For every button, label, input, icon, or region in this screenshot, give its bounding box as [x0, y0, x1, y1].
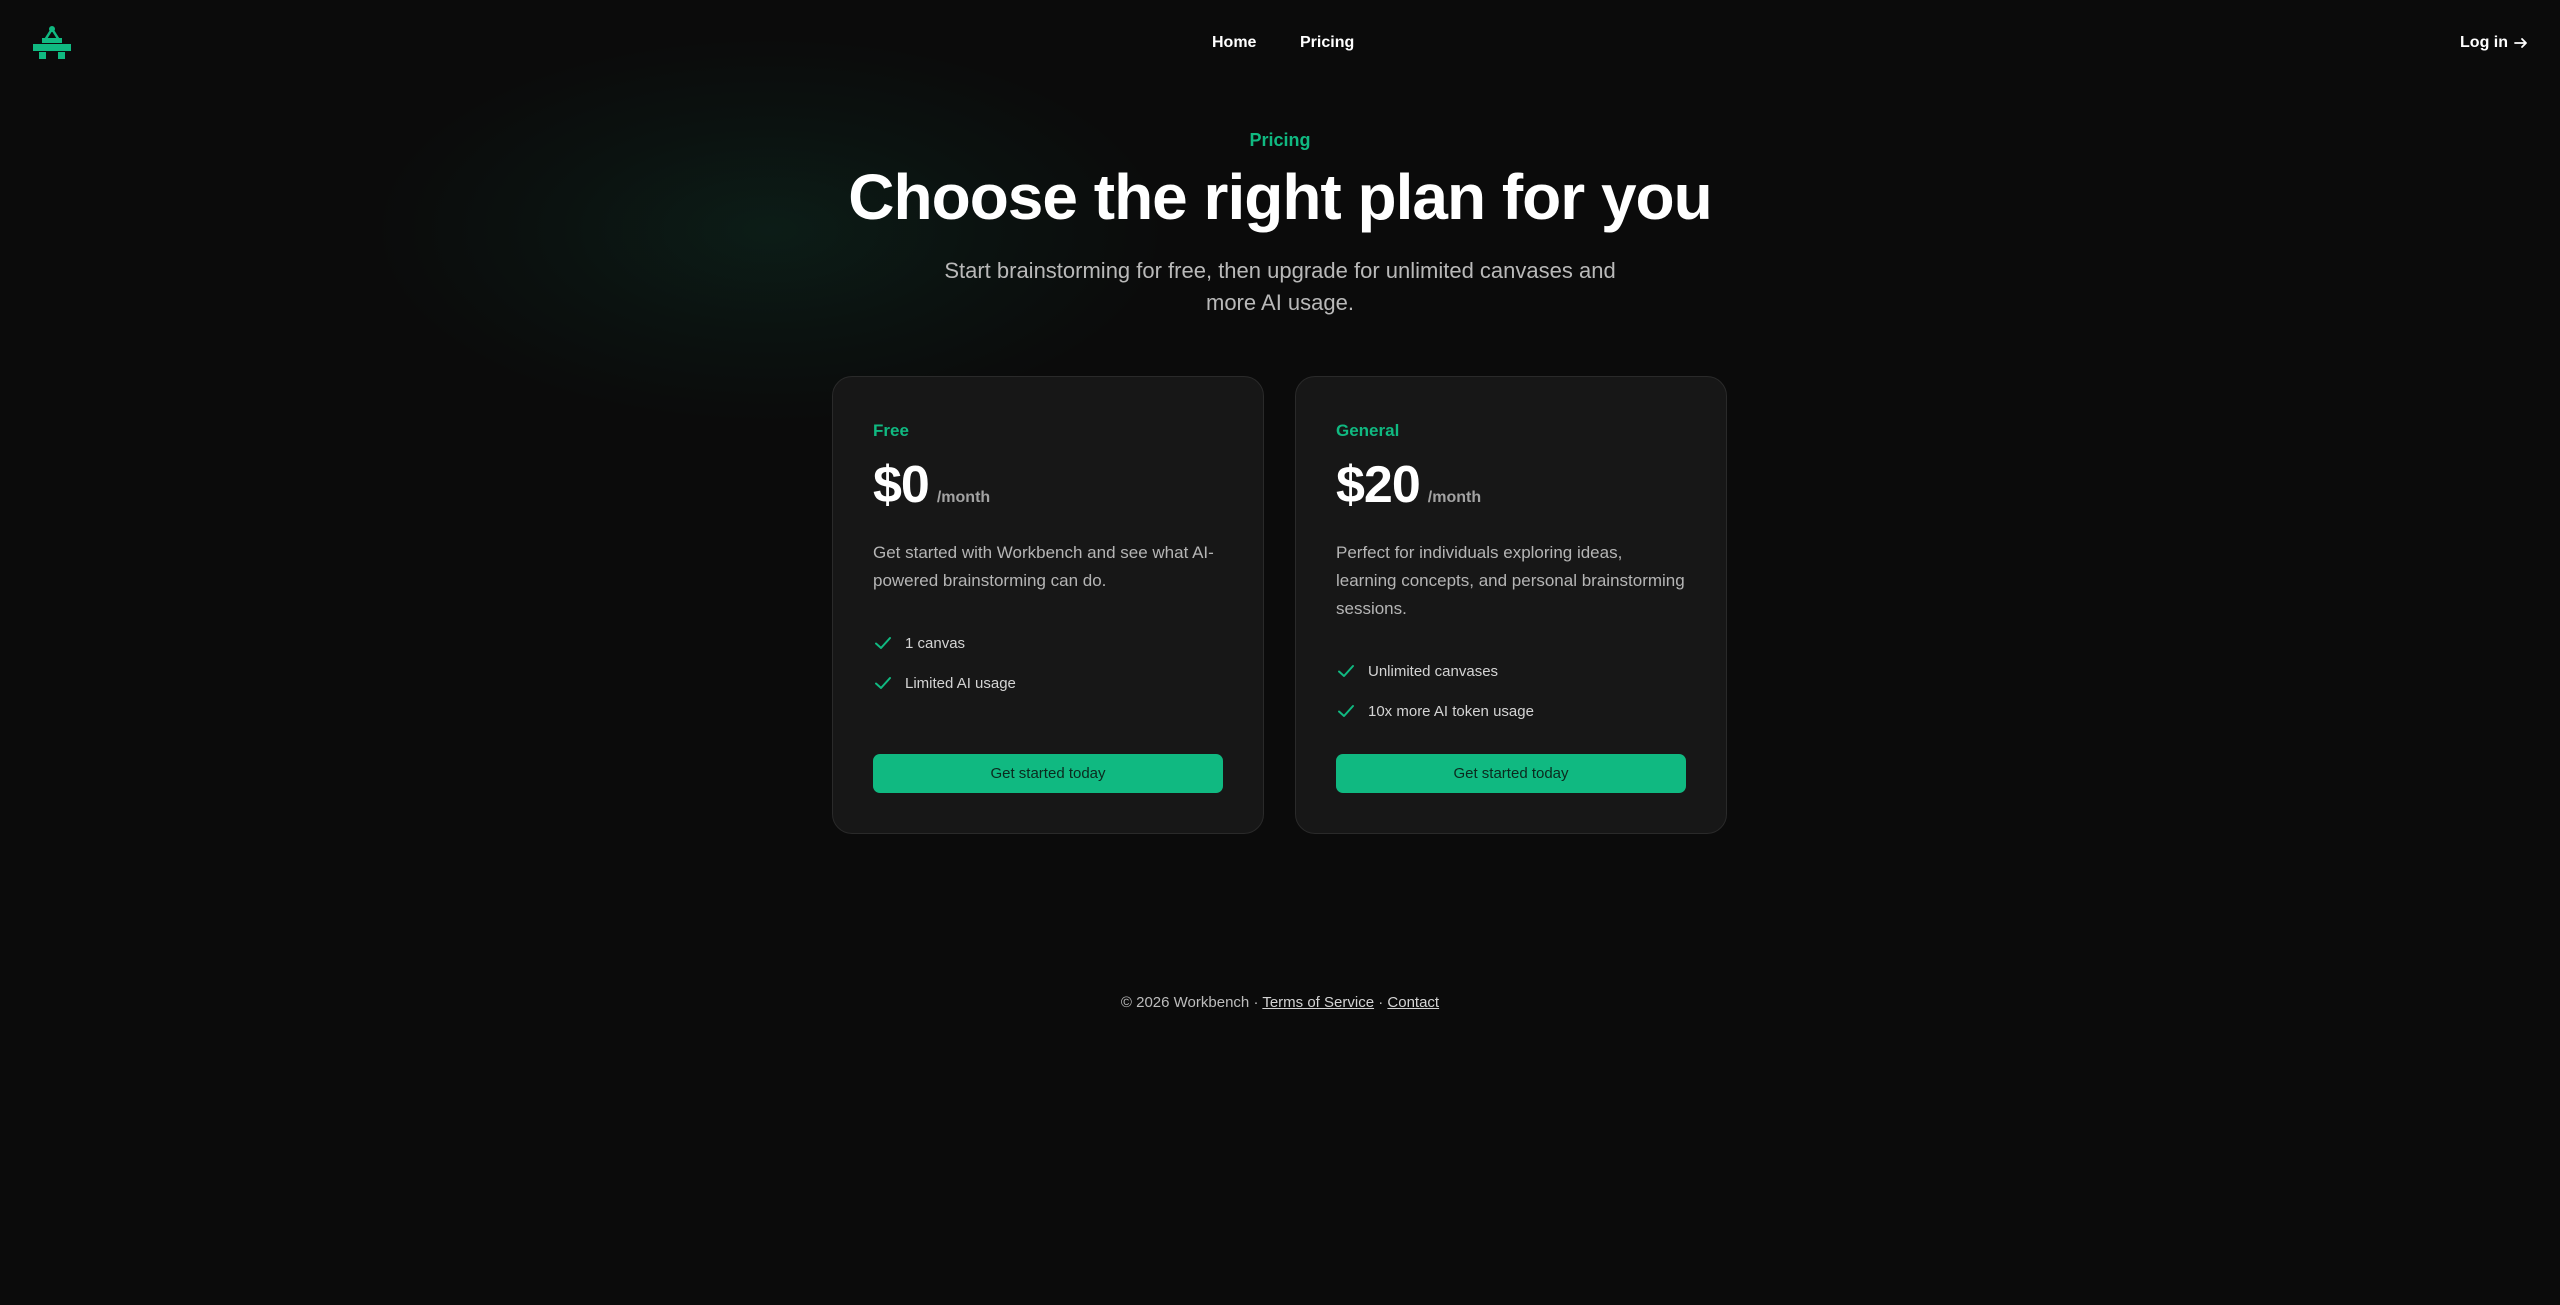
feature-label: 10x more AI token usage [1368, 702, 1534, 720]
plan-description: Get started with Workbench and see what … [873, 543, 1214, 590]
check-icon [875, 677, 891, 689]
plan-description: Perfect for individuals exploring ideas,… [1336, 543, 1685, 618]
footer-separator: · [1253, 994, 1259, 1011]
get-started-button[interactable]: Get started today [873, 754, 1223, 793]
pricing-hero: Pricing Choose the right plan for you St… [0, 130, 2560, 319]
nav-pricing-link[interactable]: Pricing [1300, 34, 1354, 52]
login-link[interactable]: Log in [2460, 34, 2528, 52]
footer-separator: · [1378, 994, 1384, 1011]
check-icon [1338, 665, 1354, 677]
feature-item: Unlimited canvases [1336, 651, 1686, 691]
feature-item: Limited AI usage [873, 663, 1223, 703]
plan-name: Free [873, 421, 909, 440]
top-nav: Home Pricing Log in [0, 0, 2560, 88]
plan-card-free: Free $0 /month Get started with Workbenc… [832, 376, 1264, 834]
plan-period: /month [936, 489, 991, 506]
footer: © 2026 Workbench · Terms of Service · Co… [0, 994, 2560, 1011]
get-started-button[interactable]: Get started today [1336, 754, 1686, 793]
login-label: Log in [2460, 34, 2508, 51]
feature-label: Unlimited canvases [1368, 662, 1499, 680]
feature-item: 10x more AI token usage [1336, 691, 1686, 731]
nav-home-link[interactable]: Home [1212, 34, 1256, 52]
check-icon [875, 637, 891, 649]
section-eyebrow: Pricing [1249, 130, 1311, 150]
feature-list: 1 canvas Limited AI usage [873, 623, 1223, 703]
copyright-text: © 2026 Workbench [1120, 994, 1250, 1011]
page: Home Pricing Log in Pricing Choose the r… [0, 0, 2560, 1305]
contact-link[interactable]: Contact [1387, 994, 1439, 1011]
check-icon [1338, 705, 1354, 717]
plan-price: $20 [1336, 456, 1421, 514]
plan-card-general: General $20 /month Perfect for individua… [1295, 376, 1727, 834]
workbench-logo-icon[interactable] [33, 25, 71, 61]
feature-label: Limited AI usage [905, 674, 1016, 692]
price-row: $20 /month [1336, 455, 1686, 515]
feature-label: 1 canvas [905, 634, 966, 652]
feature-list: Unlimited canvases 10x more AI token usa… [1336, 651, 1686, 731]
plan-period: /month [1427, 489, 1482, 506]
terms-link[interactable]: Terms of Service [1262, 994, 1374, 1011]
page-title: Choose the right plan for you [848, 161, 1712, 233]
page-subtitle: Start brainstorming for free, then upgra… [944, 258, 1616, 315]
plan-price: $0 [873, 456, 930, 514]
feature-item: 1 canvas [873, 623, 1223, 663]
plan-name: General [1336, 421, 1400, 440]
price-row: $0 /month [873, 455, 1223, 515]
arrow-right-icon [2514, 38, 2527, 48]
